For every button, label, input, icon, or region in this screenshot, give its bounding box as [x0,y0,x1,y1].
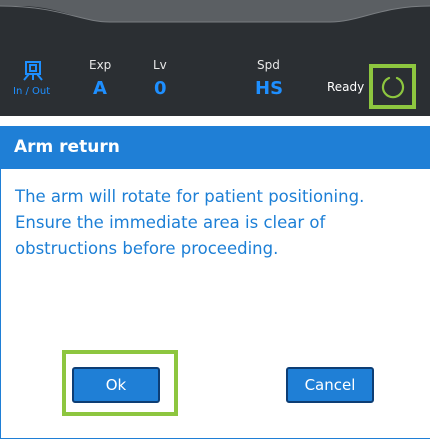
dialog-title: Arm return [14,137,120,157]
ready-label: Ready [327,80,365,94]
ready-indicator[interactable] [369,64,416,109]
dialog-message: The arm will rotate for patient position… [15,184,415,262]
in-out-icon[interactable] [22,61,44,81]
ok-button[interactable]: Ok [72,367,160,403]
status-bar: In / Out Exp A Lv 0 Spd HS Ready [0,0,430,116]
exp-value: A [93,78,107,99]
dialog-header: Arm return [1,127,430,169]
top-bezel-shape [0,0,430,23]
message-line: obstructions before proceeding. [15,239,279,258]
lv-label: Lv [153,58,167,72]
in-out-label[interactable]: In / Out [13,86,50,97]
arm-return-dialog: Arm return The arm will rotate for patie… [0,126,430,439]
message-line: The arm will rotate for patient position… [15,187,365,206]
cancel-button[interactable]: Cancel [286,367,374,403]
spd-label: Spd [257,58,280,72]
message-line: Ensure the immediate area is clear of [15,213,326,232]
lv-value: 0 [154,78,167,99]
exp-label: Exp [89,58,112,72]
spd-value: HS [255,78,284,99]
spinner-icon [381,76,405,99]
